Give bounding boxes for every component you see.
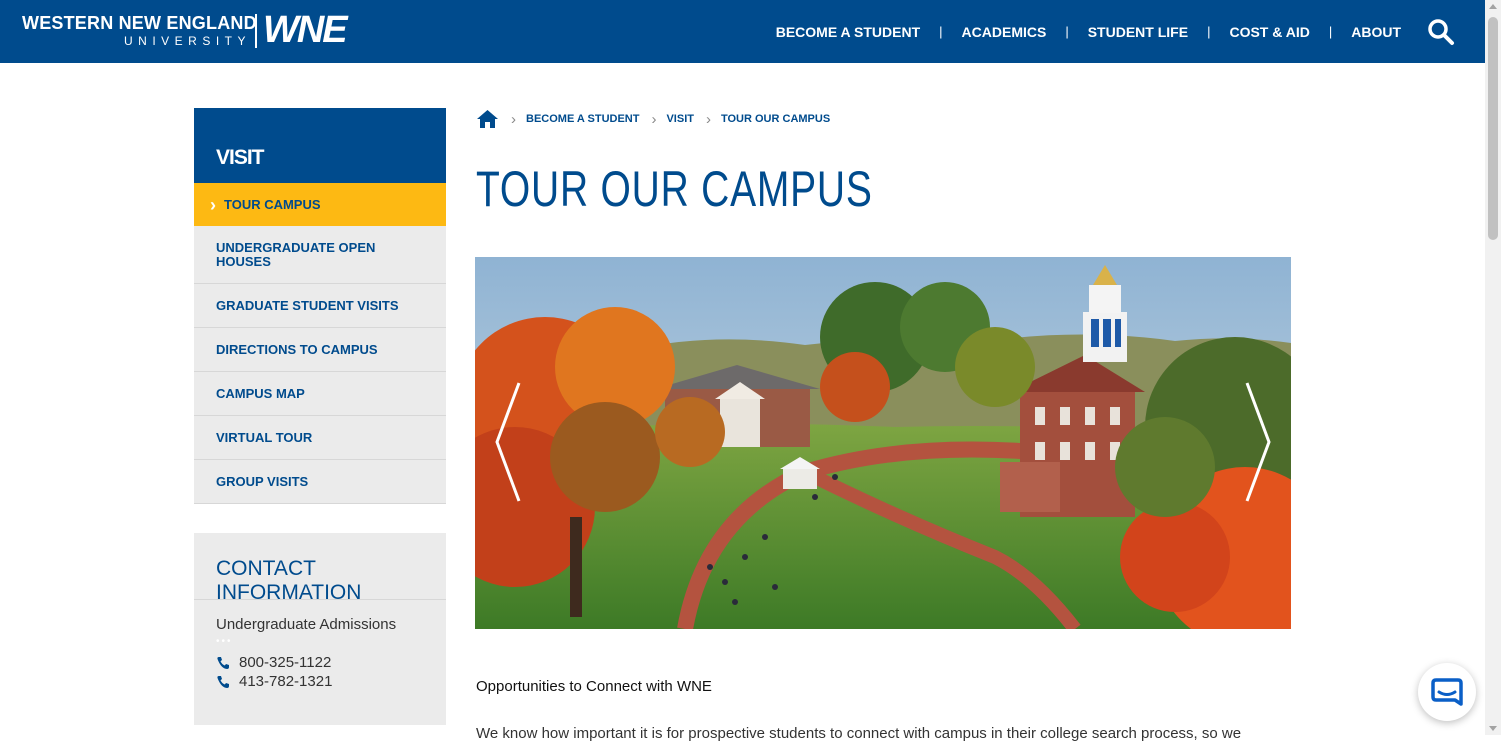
nav-become-a-student[interactable]: BECOME A STUDENT [776, 24, 920, 40]
wne-logo-mark[interactable]: WNE [263, 9, 348, 51]
logo-divider [255, 14, 257, 48]
breadcrumb-visit[interactable]: VISIT [666, 113, 694, 125]
dots-divider: ••• [216, 636, 233, 647]
campus-aerial-photo [475, 257, 1291, 629]
phone-number[interactable]: 413-782-1321 [239, 673, 332, 690]
main-nav: BECOME A STUDENT | ACADEMICS | STUDENT L… [776, 0, 1401, 63]
sidebar-item-label: UNDERGRADUATE OPEN HOUSES [216, 239, 376, 269]
sidebar-item-virtual-tour[interactable]: VIRTUAL TOUR [194, 416, 446, 460]
scroll-up-arrow-icon[interactable] [1489, 4, 1497, 9]
nav-about[interactable]: ABOUT [1351, 24, 1401, 40]
carousel-next-arrow-icon[interactable] [1241, 379, 1275, 505]
sidebar-item-tour-campus[interactable]: › TOUR CAMPUS [194, 183, 446, 226]
contact-information-box: CONTACT INFORMATION Undergraduate Admiss… [194, 533, 446, 725]
sidebar-item-campus-map[interactable]: CAMPUS MAP [194, 372, 446, 416]
sidebar-item-label: TOUR CAMPUS [224, 196, 321, 212]
contact-body: Undergraduate Admissions ••• 800-325-112… [194, 600, 446, 707]
nav-student-life[interactable]: STUDENT LIFE [1088, 24, 1188, 40]
phone-row[interactable]: 800-325-1122 [216, 653, 424, 672]
page-title: TOUR OUR CAMPUS [476, 161, 873, 217]
carousel-previous-arrow-icon[interactable] [491, 379, 525, 505]
contact-office: Undergraduate Admissions [216, 616, 397, 633]
breadcrumb: › BECOME A STUDENT › VISIT › TOUR OUR CA… [476, 108, 830, 130]
sidebar-item-label: VIRTUAL TOUR [216, 429, 313, 445]
breadcrumb-become-a-student[interactable]: BECOME A STUDENT [526, 113, 639, 125]
scroll-down-arrow-icon[interactable] [1489, 726, 1497, 731]
logo-wordmark: WESTERN NEW ENGLAND [22, 13, 257, 33]
sidebar-item-label: GRADUATE STUDENT VISITS [216, 297, 399, 313]
nav-academics[interactable]: ACADEMICS [962, 24, 1047, 40]
sidebar-item-label: CAMPUS MAP [216, 385, 305, 401]
chevron-right-icon: › [210, 194, 216, 215]
site-header: WESTERN NEW ENGLAND UNIVERSITY WNE BECOM… [0, 0, 1485, 63]
scroll-thumb[interactable] [1488, 17, 1498, 240]
chevron-right-icon: › [651, 110, 657, 128]
chevron-right-icon: › [705, 110, 711, 128]
contact-heading: CONTACT INFORMATION [194, 533, 446, 604]
search-icon[interactable] [1427, 18, 1455, 46]
breadcrumb-current-page: TOUR OUR CAMPUS [720, 113, 831, 125]
page-scrollbar[interactable] [1485, 0, 1501, 735]
sidebar-item-undergraduate-open-houses[interactable]: UNDERGRADUATE OPEN HOUSES [194, 226, 446, 284]
sidebar-item-label: GROUP VISITS [216, 473, 309, 489]
phone-row[interactable]: 413-782-1321 [216, 672, 424, 691]
chat-button[interactable] [1418, 663, 1476, 721]
chat-bubble-icon [1431, 678, 1463, 706]
sidebar-item-directions-to-campus[interactable]: DIRECTIONS TO CAMPUS [194, 328, 446, 372]
nav-separator: | [1207, 24, 1211, 39]
intro-paragraph: We know how important it is for prospect… [476, 725, 1242, 742]
sidebar-heading: VISIT [194, 108, 446, 183]
nav-separator: | [1328, 24, 1333, 39]
section-sidebar: VISIT › TOUR CAMPUS UNDERGRADUATE OPEN H… [194, 108, 446, 504]
nav-cost-and-aid[interactable]: COST & AID [1229, 24, 1309, 40]
campus-photo-carousel [475, 257, 1291, 629]
phone-icon [217, 656, 229, 669]
section-subheading: Opportunities to Connect with WNE [476, 678, 712, 695]
sidebar-item-graduate-student-visits[interactable]: GRADUATE STUDENT VISITS [194, 284, 446, 328]
chevron-right-icon: › [511, 110, 516, 128]
nav-separator: | [939, 24, 943, 39]
phone-number[interactable]: 800-325-1122 [239, 654, 331, 671]
university-logo[interactable]: WESTERN NEW ENGLAND UNIVERSITY [22, 13, 257, 48]
phone-icon [217, 675, 229, 688]
sidebar-item-group-visits[interactable]: GROUP VISITS [194, 460, 446, 504]
sidebar-item-label: DIRECTIONS TO CAMPUS [216, 341, 378, 357]
logo-subtitle: UNIVERSITY [124, 34, 252, 48]
nav-separator: | [1065, 24, 1069, 39]
home-icon[interactable] [476, 109, 499, 129]
